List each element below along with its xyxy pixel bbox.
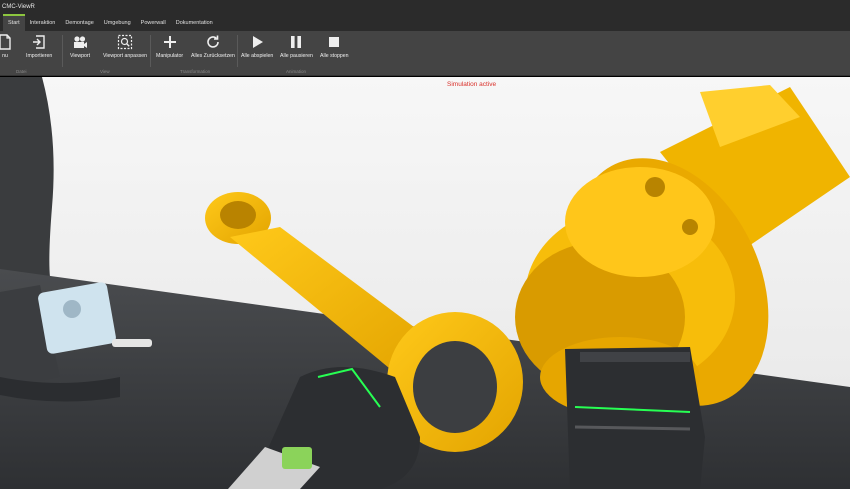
play-all-button-label: Alle abspielen (241, 53, 274, 59)
stop-all-button[interactable]: Alle stoppen (320, 34, 349, 59)
ribbon-toolbar: nu Importieren Viewport Viewport anpasse… (0, 31, 850, 76)
import-button[interactable]: Importieren (26, 34, 52, 59)
tab-dokumentation[interactable]: Dokumentation (171, 14, 218, 31)
rod-large-bore (413, 341, 497, 433)
ribbon-divider (62, 35, 63, 67)
viewport-button[interactable]: Viewport (70, 34, 90, 59)
import-icon (33, 35, 45, 49)
reset-all-button[interactable]: Alles Zurücksetzen (191, 34, 235, 59)
viewport-button-label: Viewport (70, 53, 91, 59)
fit-viewport-button[interactable]: Viewport anpassen (103, 34, 147, 59)
stop-all-button-label: Alle stoppen (320, 53, 349, 59)
rod-small-bore (220, 201, 256, 229)
pause-all-button[interactable]: Alle pausieren (280, 34, 313, 59)
tab-interaktion[interactable]: Interaktion (25, 14, 61, 31)
ribbon-tabs: Start Interaktion Demontage Umgebung Pow… (0, 14, 850, 31)
tab-powerwall[interactable]: Powerwall (136, 14, 171, 31)
play-icon (253, 36, 264, 48)
manipulator-button[interactable]: Manipulator (156, 34, 183, 59)
ribbon-group-label: Animation (286, 69, 307, 74)
ribbon-group-label: View (100, 69, 110, 74)
ribbon-divider (150, 35, 151, 67)
fit-viewport-icon (117, 34, 133, 50)
import-button-label: Importieren (26, 53, 53, 59)
fit-viewport-button-label: Viewport anpassen (103, 53, 148, 59)
pause-all-button-label: Alle pausieren (280, 53, 313, 59)
ribbon-group-label: Transformation (180, 69, 211, 74)
ribbon-group-label: Datei (16, 69, 27, 74)
tab-umgebung[interactable]: Umgebung (99, 14, 136, 31)
document-icon (0, 34, 11, 50)
pause-icon (291, 36, 302, 48)
ribbon-divider (237, 35, 238, 67)
tab-start[interactable]: Start (3, 14, 25, 31)
simulation-status: Simulation active (447, 81, 497, 88)
reset-icon (207, 35, 219, 48)
right-vr-controller (565, 347, 705, 489)
tab-demontage[interactable]: Demontage (60, 14, 98, 31)
left-dark-object (0, 77, 54, 277)
camera-icon (74, 36, 88, 48)
3d-viewport[interactable]: Simulation active (0, 77, 850, 489)
move-icon (163, 36, 176, 48)
app-title: CMC-ViewR (0, 0, 850, 14)
new-button-label: nu (2, 53, 8, 59)
reset-all-button-label: Alles Zurücksetzen (191, 53, 235, 59)
scene-render (0, 77, 850, 489)
play-all-button[interactable]: Alle abspielen (241, 34, 273, 59)
new-button[interactable]: nu (0, 34, 13, 59)
manipulator-button-label: Manipulator (156, 53, 184, 59)
stop-icon (329, 37, 340, 47)
